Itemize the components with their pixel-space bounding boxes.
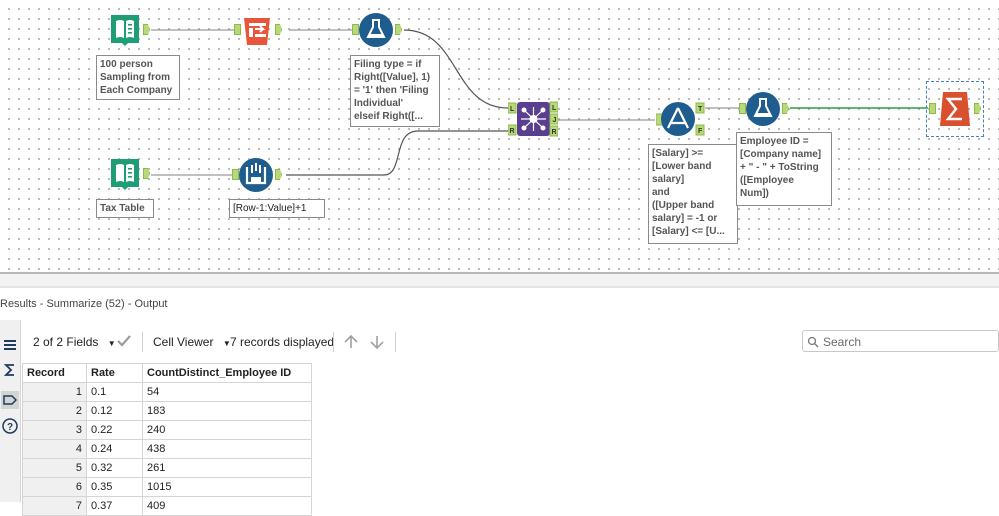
column-header-record[interactable]: Record [22,363,87,383]
multi-row-formula-tool[interactable] [232,157,282,193]
input-data-tool-1[interactable] [108,13,150,47]
tag-icon[interactable] [1,391,19,409]
svg-text:T: T [698,106,703,113]
count-cell[interactable]: 1015 [142,477,312,497]
annotation-multi-row: [Row-1:Value]+1 [229,199,325,218]
table-row[interactable]: 4 0.24 438 [22,439,312,459]
table-row[interactable]: 3 0.22 240 [22,420,312,440]
svg-text:J: J [553,117,557,124]
help-icon[interactable]: ? [1,417,19,435]
record-number: 4 [22,439,87,459]
join-icon: L R L J R [507,101,559,137]
annotation-filter: [Salary] >= [Lower band salary] and ([Up… [648,144,738,244]
record-number: 6 [22,477,87,497]
filter-icon: T F [655,102,705,136]
toolbar-divider [142,332,143,352]
count-cell[interactable]: 183 [142,401,312,421]
fields-label: 2 of 2 Fields [33,335,99,349]
formula-tool-2[interactable] [739,91,789,127]
column-header-rate[interactable]: Rate [86,363,143,383]
count-cell[interactable]: 54 [142,382,312,402]
apply-check-icon[interactable] [116,333,132,352]
anchor-label-l: L [510,106,515,113]
annotation-formula-1: Filing type = if Right([Value], 1) = '1'… [350,55,440,127]
arrow-down-icon[interactable] [369,334,385,353]
rate-cell[interactable]: 0.32 [86,458,143,478]
wire-multirow-join-right [286,130,508,176]
multirow-icon [239,158,273,192]
sample-icon [244,18,270,45]
input-anchor[interactable] [929,103,936,114]
svg-text:L: L [552,105,557,112]
sigma-icon [940,92,970,126]
annotation-input-data-1: 100 person Sampling from Each Company [96,55,180,100]
results-sidebar: ? [0,320,21,502]
record-number: 1 [22,382,87,402]
cell-viewer-label: Cell Viewer [153,335,214,349]
count-cell[interactable]: 438 [142,439,312,459]
table-row[interactable]: 2 0.12 183 [22,401,312,421]
input-anchor[interactable] [352,24,359,35]
panel-splitter[interactable] [0,272,999,288]
input-anchor[interactable] [234,24,241,35]
rate-cell[interactable]: 0.12 [86,401,143,421]
chevron-down-icon: ▼ [107,339,116,348]
connection-wires [151,29,928,176]
list-view-icon[interactable] [1,336,19,354]
workflow-canvas[interactable]: 100 person Sampling from Each Company Fi… [0,0,999,272]
flask-icon [746,92,780,126]
input-anchor[interactable] [739,103,746,114]
results-table[interactable]: Record Rate CountDistinct_Employee ID 10… [22,363,312,516]
record-number: 3 [22,420,87,440]
book-icon [111,159,139,190]
annotation-formula-2: Employee ID = [Company name] + " - " + T… [736,132,832,206]
search-icon [807,336,819,348]
input-data-tool-2[interactable] [108,157,150,191]
join-tool[interactable]: L R L J R [507,101,559,137]
anchor-label-r: R [510,128,515,135]
flask-icon [359,13,393,47]
count-cell[interactable]: 240 [142,420,312,440]
book-icon [111,15,139,46]
output-anchor[interactable] [974,103,981,114]
sample-tool[interactable] [234,13,282,47]
record-number: 2 [22,401,87,421]
fields-selector[interactable]: 2 of 2 Fields ▼ [33,335,116,349]
rate-cell[interactable]: 0.22 [86,420,143,440]
search-box[interactable] [802,330,999,352]
record-number: 5 [22,458,87,478]
input-anchor[interactable] [232,169,239,180]
svg-text:R: R [552,129,557,136]
rate-cell[interactable]: 0.35 [86,477,143,497]
svg-text:F: F [698,128,703,135]
sigma-icon[interactable] [1,361,19,379]
cell-viewer-dropdown[interactable]: Cell Viewer ▼ [153,335,231,349]
filter-tool[interactable]: T F [655,101,706,137]
table-row[interactable]: 5 0.32 261 [22,458,312,478]
toolbar-divider [333,332,334,352]
rate-cell[interactable]: 0.24 [86,439,143,459]
results-title: Results - Summarize (52) - Output [0,298,168,310]
annotation-input-data-2: Tax Table [96,199,154,218]
records-count: 7 records displayed [230,335,335,349]
arrow-up-icon[interactable] [343,334,359,353]
column-header-count[interactable]: CountDistinct_Employee ID [142,363,312,383]
table-header-row: Record Rate CountDistinct_Employee ID [22,363,312,383]
formula-tool-1[interactable] [352,12,402,48]
toolbar-divider [395,332,396,352]
table-row[interactable]: 7 0.37 409 [22,496,312,516]
record-number: 7 [22,496,87,516]
table-row[interactable]: 6 0.35 1015 [22,477,312,497]
rate-cell[interactable]: 0.37 [86,496,143,516]
count-cell[interactable]: 261 [142,458,312,478]
svg-text:?: ? [7,422,13,433]
summarize-tool[interactable] [926,81,984,137]
table-row[interactable]: 1 0.1 54 [22,382,312,402]
rate-cell[interactable]: 0.1 [86,382,143,402]
count-cell[interactable]: 409 [142,496,312,516]
search-input[interactable] [821,333,995,351]
